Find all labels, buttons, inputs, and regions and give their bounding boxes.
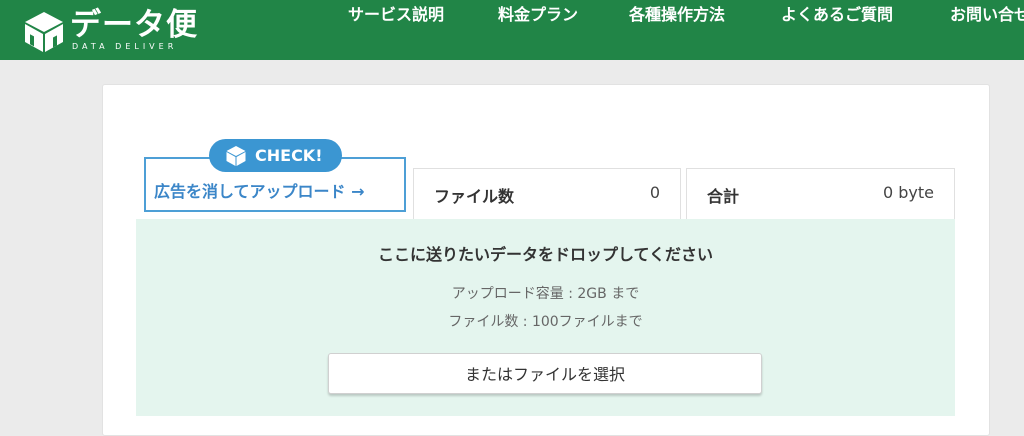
file-count-label: ファイル数 [434,187,515,206]
drop-zone-title: ここに送りたいデータをドロップしてください [377,245,714,264]
nav-item-pricing[interactable]: 料金プラン [498,0,598,60]
file-count-value: 0 [649,183,660,202]
total-size-box: 合計 0 byte [686,168,955,219]
logo[interactable]: データ便 DATA DELIVER [22,4,222,56]
brand-title: データ便 [70,7,198,43]
upload-count-limit: ファイル数 : 100ファイルまで [448,314,643,330]
site-header: データ便 DATA DELIVER サービス説明 料金プラン 各種操作方法 よく… [0,0,1024,60]
cube-icon [226,146,246,166]
check-badge: CHECK! [209,139,342,172]
remove-ads-link[interactable]: 広告を消してアップロード → [154,178,365,202]
nav-item-service[interactable]: サービス説明 [348,0,458,60]
nav-item-howto[interactable]: 各種操作方法 [629,0,739,60]
brand-subtitle: DATA DELIVER [72,42,178,51]
upload-size-limit: アップロード容量 : 2GB まで [451,286,640,302]
drop-zone[interactable]: ここに送りたいデータをドロップしてください アップロード容量 : 2GB まで … [136,219,955,416]
total-size-value: 0 byte [882,183,934,202]
select-file-button[interactable]: またはファイルを選択 [328,353,762,394]
total-size-label: 合計 [707,187,740,206]
check-badge-label: CHECK! [255,146,323,165]
cube-icon [25,12,63,52]
nav-item-faq[interactable]: よくあるご質問 [781,0,911,60]
file-count-box: ファイル数 0 [413,168,681,219]
nav-item-contact[interactable]: お問い合せ [950,0,1024,60]
